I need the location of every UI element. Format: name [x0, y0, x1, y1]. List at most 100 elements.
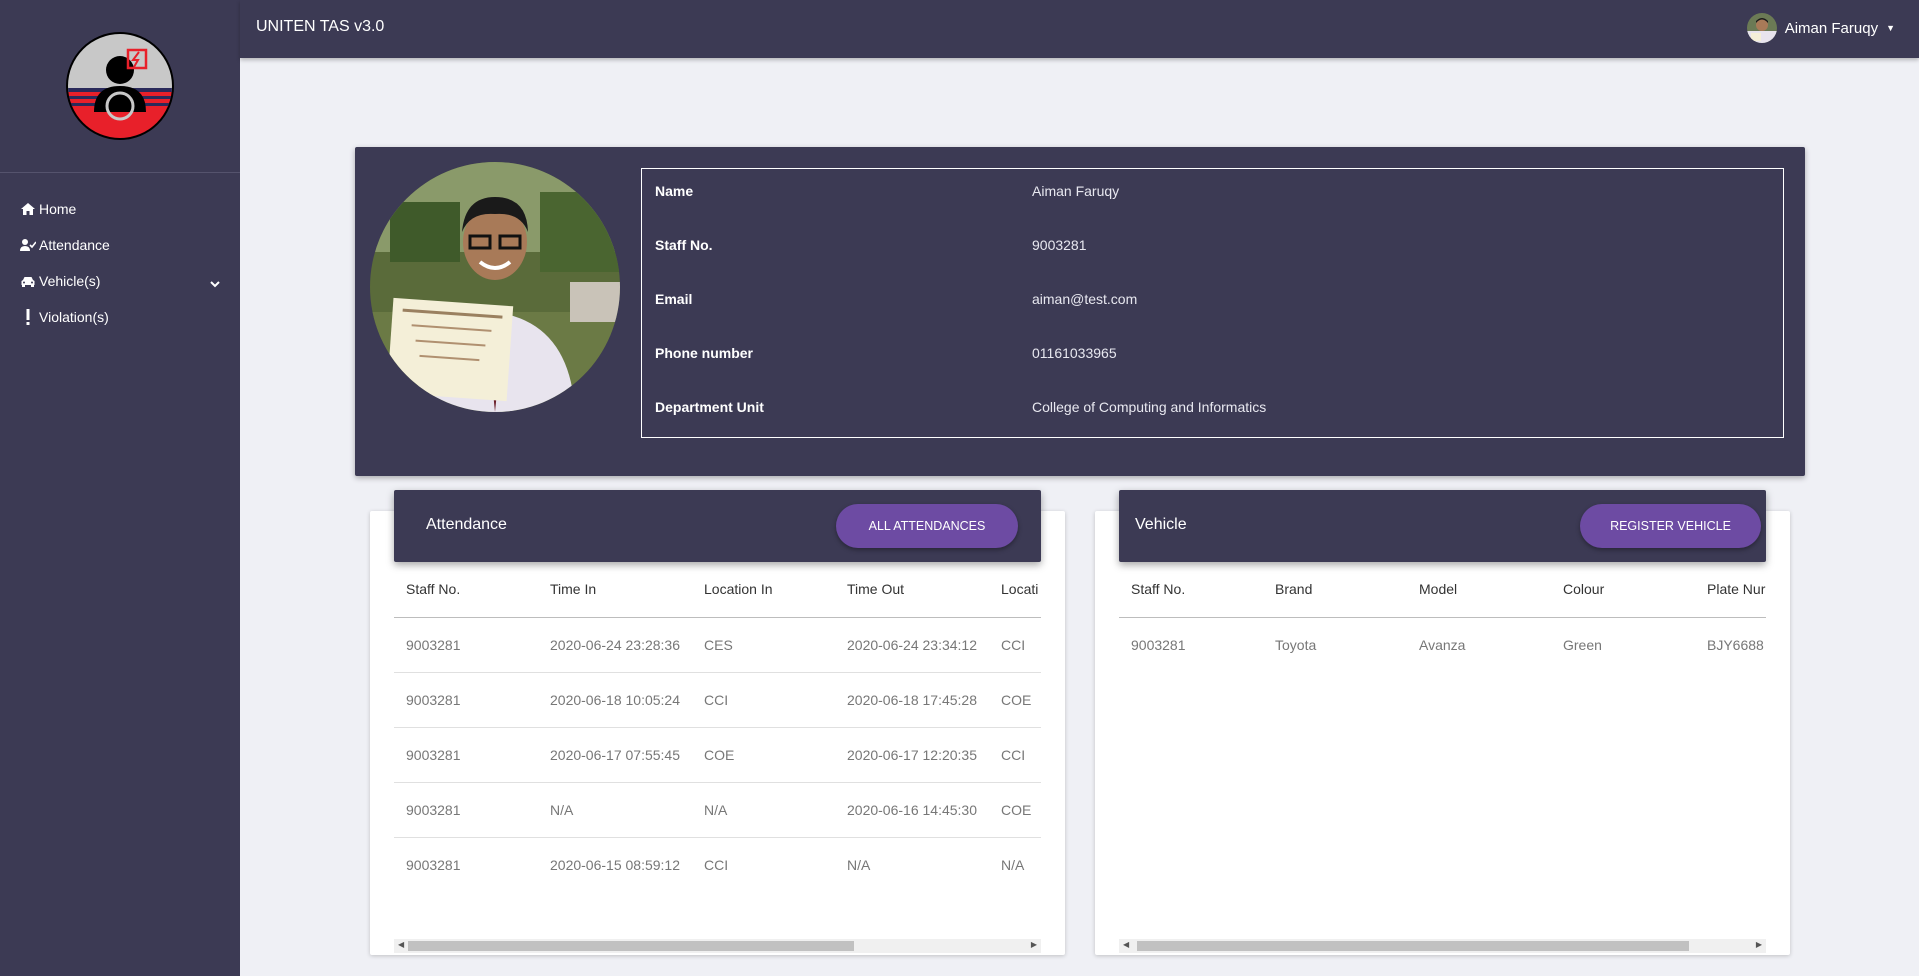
sidebar-item-label: Home [39, 201, 77, 217]
table-cell: 2020-06-18 17:45:28 [835, 672, 989, 728]
table-cell: Green [1563, 636, 1602, 653]
table-cell: 9003281 [394, 782, 538, 838]
attendance-panel-header: Attendance ALL ATTENDANCES [394, 490, 1041, 562]
table-cell: 9003281 [394, 727, 538, 783]
table-cell: 2020-06-24 23:28:36 [538, 617, 692, 673]
chevron-down-icon[interactable] [210, 275, 220, 291]
table-cell: N/A [1001, 856, 1025, 873]
table-cell: 2020-06-16 14:45:30 [835, 782, 989, 838]
table-cell: 2020-06-17 07:55:45 [538, 727, 692, 783]
table-cell: Toyota [1275, 636, 1317, 653]
table-cell: 9003281 [394, 672, 538, 728]
column-header[interactable]: Brand [1263, 562, 1407, 618]
top-navbar: UNITEN TAS v3.0 Aiman Faruqy ▼ [240, 0, 1919, 58]
attendance-horizontal-scrollbar[interactable]: ◀ ▶ [394, 939, 1041, 953]
profile-info-box: Name Aiman Faruqy Staff No. 9003281 Emai… [641, 168, 1784, 438]
table-cell: CES [692, 617, 835, 673]
table-cell: N/A [847, 856, 871, 873]
table-row: 9003281 2020-06-18 10:05:24 CCI 2020-06-… [394, 672, 1041, 728]
scroll-right-icon[interactable]: ▶ [1031, 940, 1037, 949]
column-header[interactable]: Plate Nur [1695, 562, 1766, 618]
table-cell: N/A [692, 782, 835, 838]
column-header[interactable]: Model [1407, 562, 1551, 618]
app-logo [66, 32, 174, 140]
avatar [1746, 13, 1777, 43]
profile-value: 9003281 [1032, 237, 1087, 253]
register-vehicle-button[interactable]: REGISTER VEHICLE [1580, 504, 1761, 548]
table-cell: N/A [538, 782, 692, 838]
vehicle-table-wrap: Staff No. Brand Model Colour Plate Nur 9… [1119, 562, 1766, 892]
profile-row-staff-no: Staff No. 9003281 [642, 237, 1783, 257]
table-cell: COE [989, 672, 1041, 728]
table-header-row: Staff No. Time In Location In Time Out L… [394, 562, 1041, 618]
all-attendances-button[interactable]: ALL ATTENDANCES [836, 504, 1018, 548]
table-row: 9003281 Toyota Avanza Green BJY6688 [1119, 617, 1766, 672]
table-cell: CCI [989, 727, 1041, 783]
column-header[interactable]: Time Out [835, 562, 989, 618]
sidebar-item-vehicles[interactable]: Vehicle(s) [0, 263, 240, 299]
profile-value: Aiman Faruqy [1032, 183, 1120, 199]
scrollbar-thumb[interactable] [408, 941, 854, 951]
table-cell: CCI [989, 617, 1041, 673]
profile-label: Phone number [655, 345, 754, 361]
column-header[interactable]: Location In [692, 562, 835, 618]
table-row: 9003281 2020-06-24 23:28:36 CES 2020-06-… [394, 617, 1041, 673]
profile-label: Staff No. [655, 237, 713, 253]
sidebar-item-label: Vehicle(s) [39, 273, 101, 289]
attendance-table-wrap: Staff No. Time In Location In Time Out L… [394, 562, 1041, 892]
table-row: 9003281 N/A N/A 2020-06-16 14:45:30 COE [394, 782, 1041, 838]
table-cell: 2020-06-24 23:34:12 [835, 617, 989, 673]
profile-label: Email [655, 291, 693, 307]
profile-label: Name [655, 183, 694, 199]
user-menu-dropdown[interactable]: Aiman Faruqy ▼ [1746, 13, 1895, 43]
table-cell: COE [692, 727, 835, 783]
profile-row-phone: Phone number 01161033965 [642, 345, 1783, 365]
vehicle-panel: Vehicle REGISTER VEHICLE Staff No. Brand… [1095, 490, 1790, 955]
sidebar-item-home[interactable]: Home [0, 191, 240, 227]
logo-area [0, 0, 240, 173]
profile-row-department: Department Unit College of Computing and… [642, 399, 1783, 419]
column-header[interactable]: Colour [1551, 562, 1695, 618]
table-cell: 2020-06-15 08:59:12 [550, 856, 680, 873]
table-cell: 9003281 [1131, 636, 1186, 653]
profile-value: College of Computing and Informatics [1032, 399, 1267, 415]
column-header[interactable]: Time In [538, 562, 692, 618]
table-cell: 9003281 [406, 856, 461, 873]
home-icon [20, 203, 36, 215]
scroll-right-icon[interactable]: ▶ [1756, 940, 1762, 949]
vehicle-horizontal-scrollbar[interactable]: ◀ ▶ [1119, 939, 1766, 953]
table-header-row: Staff No. Brand Model Colour Plate Nur [1119, 562, 1766, 618]
table-cell: CCI [704, 856, 729, 873]
table-cell: 2020-06-17 12:20:35 [835, 727, 989, 783]
sidebar-item-violations[interactable]: Violation(s) [0, 299, 240, 335]
column-header[interactable]: Locati [989, 562, 1041, 618]
exclamation-icon [20, 309, 36, 325]
profile-photo [370, 162, 620, 412]
user-check-icon [20, 239, 36, 251]
profile-value: 01161033965 [1032, 345, 1117, 361]
table-cell: COE [989, 782, 1041, 838]
user-name: Aiman Faruqy [1784, 19, 1879, 37]
table-cell: 2020-06-18 10:05:24 [538, 672, 692, 728]
vehicle-table: Staff No. Brand Model Colour Plate Nur 9… [1119, 562, 1766, 672]
sidebar-item-attendance[interactable]: Attendance [0, 227, 240, 263]
sidebar-item-label: Violation(s) [39, 309, 109, 325]
table-cell: CCI [692, 672, 835, 728]
profile-label: Department Unit [655, 399, 764, 415]
attendance-panel: Attendance ALL ATTENDANCES Staff No. Tim… [370, 490, 1065, 955]
profile-row-email: Email aiman@test.com [642, 291, 1783, 311]
column-header[interactable]: Staff No. [394, 562, 538, 618]
attendance-title: Attendance [426, 516, 507, 533]
caret-down-icon: ▼ [1886, 23, 1895, 33]
car-icon [20, 276, 36, 287]
vehicle-panel-header: Vehicle REGISTER VEHICLE [1119, 490, 1766, 562]
sidebar: Home Attendance Vehicle(s) Violation(s) [0, 0, 240, 976]
attendance-table: Staff No. Time In Location In Time Out L… [394, 562, 1041, 892]
scroll-left-icon[interactable]: ◀ [398, 940, 404, 949]
profile-card: Name Aiman Faruqy Staff No. 9003281 Emai… [355, 147, 1805, 476]
column-header[interactable]: Staff No. [1119, 562, 1263, 618]
sidebar-nav: Home Attendance Vehicle(s) Violation(s) [0, 173, 240, 335]
scrollbar-thumb[interactable] [1137, 941, 1689, 951]
scroll-left-icon[interactable]: ◀ [1123, 940, 1129, 949]
profile-row-name: Name Aiman Faruqy [642, 183, 1783, 203]
